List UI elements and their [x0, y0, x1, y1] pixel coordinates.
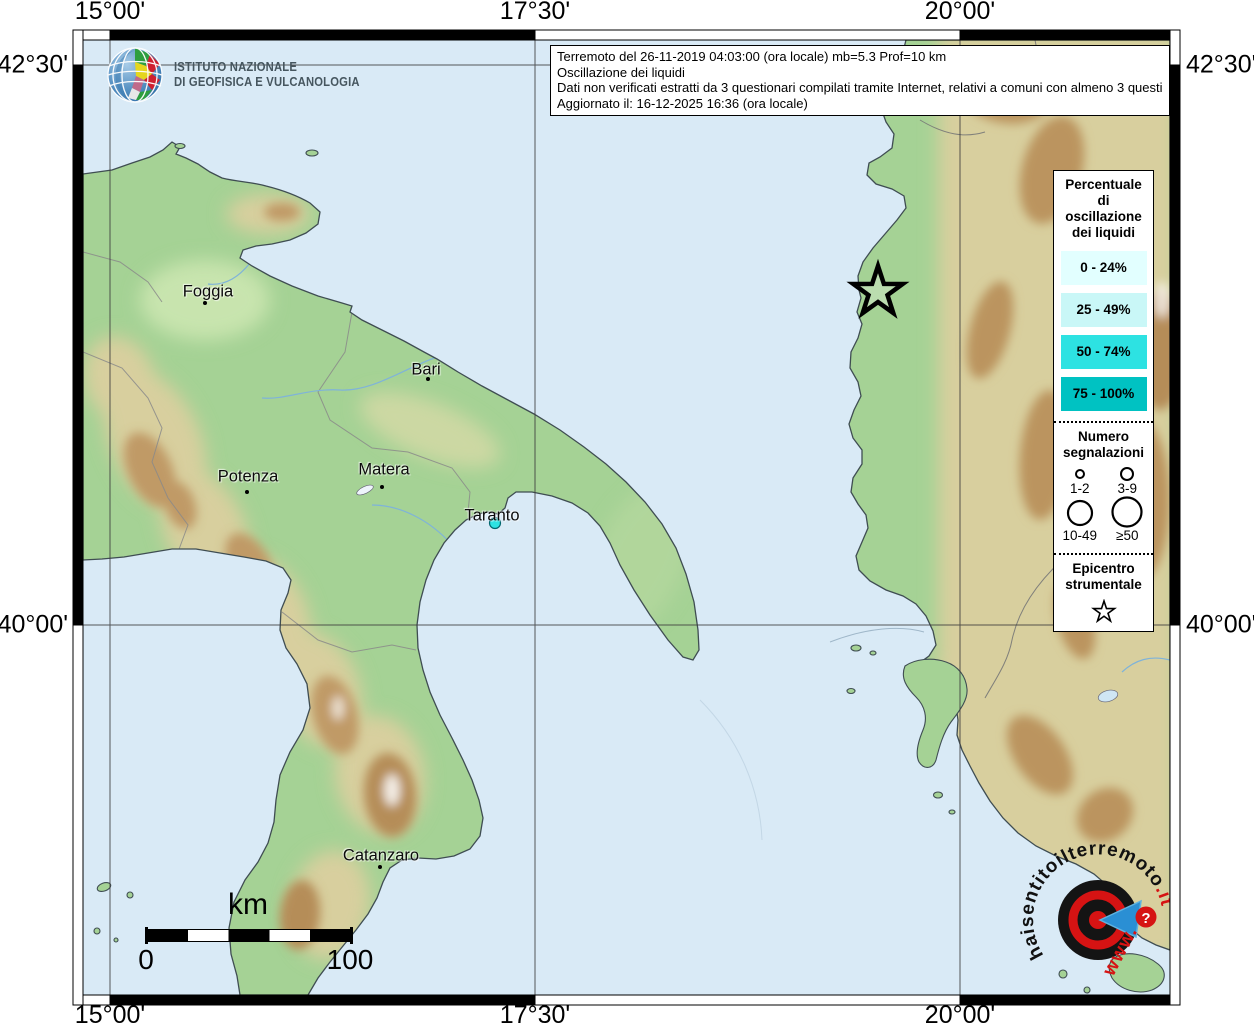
- info-line-event: Terremoto del 26-11-2019 04:03:00 (ora l…: [557, 49, 1163, 65]
- legend-signals-title: Numero segnalazioni: [1054, 427, 1153, 463]
- legend-epicenter-title: Epicentro strumentale: [1054, 559, 1153, 595]
- earthquake-info-box: Terremoto del 26-11-2019 04:03:00 (ora l…: [550, 45, 1170, 116]
- signal-circle-medium-icon: [1117, 465, 1137, 481]
- signal-size-10-49: 10-49: [1057, 496, 1103, 543]
- legend-panel: Percentuale di oscillazione dei liquidi …: [1053, 170, 1154, 632]
- ingv-logo: ISTITUTO NAZIONALE DI GEOFISICA E VULCAN…: [106, 46, 380, 104]
- signal-circle-xlarge-icon: [1109, 496, 1145, 528]
- map-figure: haisentitoilterremoto.it www. ?: [0, 0, 1254, 1024]
- city-dot: [245, 490, 249, 494]
- info-line-updated: Aggiornato il: 16-12-2025 16:36 (ora loc…: [557, 96, 1163, 112]
- axis-bottom-17: 17°30': [500, 1001, 570, 1024]
- city-label-matera: Matera: [358, 461, 409, 480]
- legend-divider: [1054, 421, 1153, 423]
- signal-size-3-9: 3-9: [1104, 465, 1150, 496]
- ingv-name-line1: ISTITUTO NAZIONALE: [174, 60, 360, 75]
- legend-star-icon: [1089, 599, 1119, 625]
- signal-circle-large-icon: [1063, 496, 1097, 528]
- ingv-globe-icon: [106, 46, 164, 104]
- legend-bin-0-24: 0 - 24%: [1061, 251, 1147, 285]
- signal-size-1-2: 1-2: [1057, 465, 1103, 496]
- axis-top-17: 17°30': [500, 0, 570, 26]
- legend-bin-75-100: 75 - 100%: [1061, 377, 1147, 411]
- axis-bottom-20: 20°00': [925, 1001, 995, 1024]
- scale-min: 0: [138, 944, 154, 976]
- signal-size-50plus: ≥50: [1104, 496, 1150, 543]
- city-dot: [203, 301, 207, 305]
- legend-divider: [1054, 553, 1153, 555]
- signal-size-label: ≥50: [1104, 528, 1150, 543]
- city-label-potenza: Potenza: [218, 468, 279, 487]
- city-label-foggia: Foggia: [183, 283, 233, 302]
- axis-bottom-15: 15°00': [75, 1001, 145, 1024]
- scale-bar-segments: [146, 929, 352, 942]
- scale-unit: km: [146, 888, 350, 922]
- city-label-catanzaro: Catanzaro: [343, 847, 419, 866]
- legend-title: Percentuale di oscillazione dei liquidi: [1054, 175, 1153, 243]
- city-label-taranto: Taranto: [464, 507, 519, 526]
- scale-max: 100: [327, 944, 374, 976]
- signal-size-label: 1-2: [1057, 481, 1103, 496]
- legend-signal-sizes: 1-2 3-9 10-49 ≥50: [1054, 463, 1153, 543]
- axis-right-40: 40°00': [1186, 611, 1254, 640]
- city-dot: [380, 485, 384, 489]
- city-dot: [378, 865, 382, 869]
- axis-right-42: 42°30': [1186, 51, 1254, 80]
- ingv-name-line2: DI GEOFISICA E VULCANOLOGIA: [174, 75, 360, 90]
- info-line-map-type: Oscillazione dei liquidi: [557, 65, 1163, 81]
- signal-circle-small-icon: [1070, 465, 1090, 481]
- signal-size-label: 3-9: [1104, 481, 1150, 496]
- legend-bin-25-49: 25 - 49%: [1061, 293, 1147, 327]
- info-line-disclaimer: Dati non verificati estratti da 3 questi…: [557, 80, 1163, 96]
- axis-left-42: 42°30': [0, 51, 68, 80]
- legend-bin-50-74: 50 - 74%: [1061, 335, 1147, 369]
- city-dot: [426, 377, 430, 381]
- signal-size-label: 10-49: [1057, 528, 1103, 543]
- axis-left-40: 40°00': [0, 611, 68, 640]
- axis-top-20: 20°00': [925, 0, 995, 26]
- axis-top-15: 15°00': [75, 0, 145, 26]
- logo-question-mark: ?: [1141, 910, 1150, 927]
